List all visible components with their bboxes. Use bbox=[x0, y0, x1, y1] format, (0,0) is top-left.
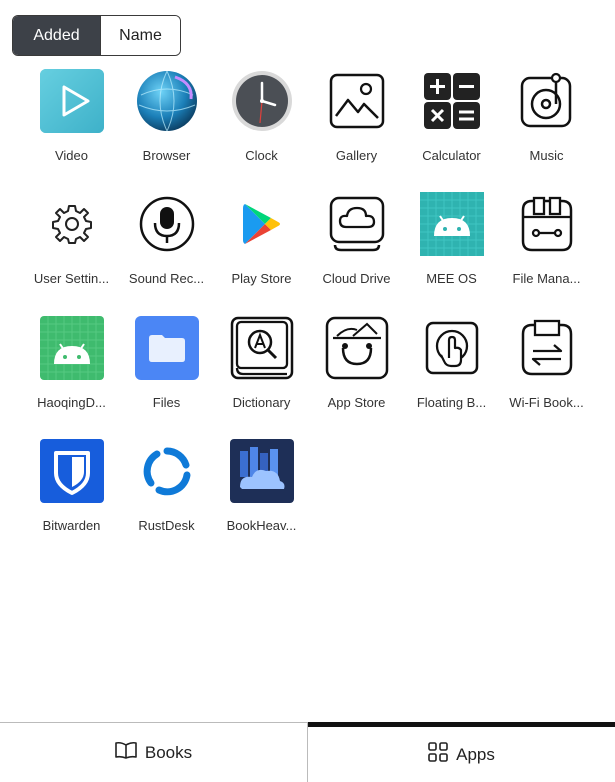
app-label: Gallery bbox=[335, 148, 378, 163]
app-sound-recorder[interactable]: Sound Rec... bbox=[119, 191, 214, 291]
music-icon bbox=[514, 68, 580, 134]
app-label: User Settin... bbox=[33, 271, 110, 286]
app-file-manager[interactable]: File Mana... bbox=[499, 191, 594, 291]
app-clock[interactable]: Clock bbox=[214, 68, 309, 168]
app-label: File Mana... bbox=[512, 271, 581, 286]
app-label: Clock bbox=[245, 148, 278, 163]
app-label: App Store bbox=[327, 395, 386, 410]
app-label: HaoqingD... bbox=[37, 395, 106, 410]
app-label: BookHeav... bbox=[226, 518, 297, 533]
app-label: RustDesk bbox=[138, 518, 195, 533]
app-label: Bitwarden bbox=[42, 518, 101, 533]
app-label: Files bbox=[152, 395, 181, 410]
sort-name-button[interactable]: Name bbox=[100, 16, 180, 55]
app-label: Calculator bbox=[422, 148, 481, 163]
app-bookheaven[interactable]: BookHeav... bbox=[214, 438, 309, 538]
floating-ball-icon bbox=[419, 315, 485, 381]
app-dictionary[interactable]: Dictionary bbox=[214, 315, 309, 415]
bookheaven-icon bbox=[229, 438, 295, 504]
app-gallery[interactable]: Gallery bbox=[309, 68, 404, 168]
app-user-settings[interactable]: User Settin... bbox=[24, 191, 119, 291]
app-label: Music bbox=[529, 148, 564, 163]
calculator-icon bbox=[419, 68, 485, 134]
bottom-nav: Books Apps bbox=[0, 722, 615, 782]
wifi-transfer-icon bbox=[514, 315, 580, 381]
app-label: Sound Rec... bbox=[128, 271, 205, 286]
app-label: Dictionary bbox=[232, 395, 291, 410]
sort-toggle: Added Name bbox=[12, 15, 181, 56]
app-label: Wi-Fi Book... bbox=[509, 395, 584, 410]
app-label: Browser bbox=[142, 148, 191, 163]
gallery-icon bbox=[324, 68, 390, 134]
tab-books-label: Books bbox=[144, 742, 193, 762]
book-icon bbox=[115, 741, 137, 764]
app-label: Floating B... bbox=[416, 395, 487, 410]
file-manager-icon bbox=[514, 191, 580, 257]
gear-icon bbox=[39, 191, 105, 257]
tab-apps-label: Apps bbox=[456, 744, 495, 764]
android-icon bbox=[419, 191, 485, 257]
android-icon bbox=[39, 315, 105, 381]
app-app-store[interactable]: App Store bbox=[309, 315, 404, 415]
folder-icon bbox=[134, 315, 200, 381]
app-floating-ball[interactable]: Floating B... bbox=[404, 315, 499, 415]
sort-added-button[interactable]: Added bbox=[13, 16, 100, 55]
app-calculator[interactable]: Calculator bbox=[404, 68, 499, 168]
bitwarden-shield-icon bbox=[39, 438, 105, 504]
app-label: MEE OS bbox=[426, 271, 477, 286]
video-icon bbox=[39, 68, 105, 134]
app-video[interactable]: Video bbox=[24, 68, 119, 168]
app-music[interactable]: Music bbox=[499, 68, 594, 168]
app-store-icon bbox=[324, 315, 390, 381]
dictionary-icon bbox=[229, 315, 295, 381]
app-files[interactable]: Files bbox=[119, 315, 214, 415]
play-store-icon bbox=[229, 191, 295, 257]
app-rustdesk[interactable]: RustDesk bbox=[119, 438, 214, 538]
app-haoqing[interactable]: HaoqingD... bbox=[24, 315, 119, 415]
app-cloud-drive[interactable]: Cloud Drive bbox=[309, 191, 404, 291]
cloud-drive-icon bbox=[324, 191, 390, 257]
tab-books[interactable]: Books bbox=[0, 723, 308, 782]
microphone-icon bbox=[134, 191, 200, 257]
app-label: Cloud Drive bbox=[322, 271, 391, 286]
app-wifi-book-transfer[interactable]: Wi-Fi Book... bbox=[499, 315, 594, 415]
tab-apps[interactable]: Apps bbox=[308, 722, 615, 782]
rustdesk-icon bbox=[134, 438, 200, 504]
app-label: Video bbox=[54, 148, 88, 163]
apps-grid-icon bbox=[428, 742, 448, 767]
clock-icon bbox=[229, 68, 295, 134]
app-label: Play Store bbox=[231, 271, 292, 286]
app-browser[interactable]: Browser bbox=[119, 68, 214, 168]
browser-globe-icon bbox=[134, 68, 200, 134]
app-play-store[interactable]: Play Store bbox=[214, 191, 309, 291]
app-mee-os[interactable]: MEE OS bbox=[404, 191, 499, 291]
app-bitwarden[interactable]: Bitwarden bbox=[24, 438, 119, 538]
